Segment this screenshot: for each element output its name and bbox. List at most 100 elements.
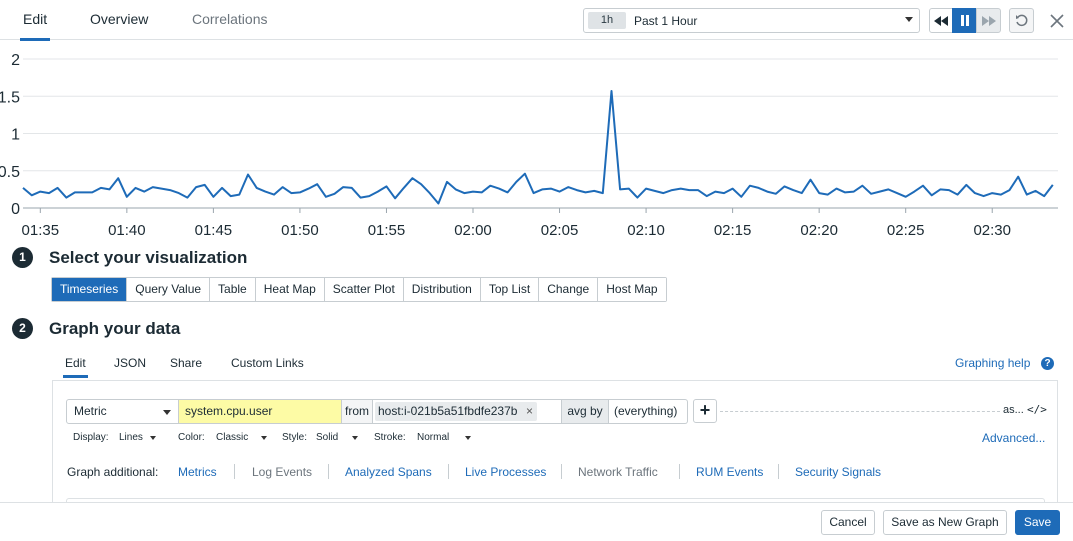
- cancel-button[interactable]: Cancel: [821, 510, 875, 535]
- y-tick-label: 0: [11, 201, 20, 218]
- save-as-new-graph-button[interactable]: Save as New Graph: [883, 510, 1007, 535]
- viz-option-top-list[interactable]: Top List: [480, 278, 540, 301]
- chevron-down-icon: [150, 436, 156, 440]
- style-select[interactable]: Solid: [316, 432, 338, 443]
- pause-icon: [960, 15, 969, 26]
- visualization-selector: Timeseries Query Value Table Heat Map Scatte…: [51, 277, 667, 302]
- separator: [561, 464, 562, 479]
- query-type-select[interactable]: Metric: [66, 399, 179, 424]
- x-tick-label: 02:25: [887, 222, 925, 239]
- separator: [679, 464, 680, 479]
- graph-additional-label: Graph additional:: [67, 465, 159, 479]
- style-label: Style:: [282, 432, 308, 443]
- pause-button[interactable]: [952, 8, 977, 33]
- series-line[interactable]: [22, 90, 1054, 205]
- remove-tag-icon[interactable]: ×: [526, 402, 533, 421]
- color-label: Color:: [178, 432, 205, 443]
- graph-additional-security-signals[interactable]: Security Signals: [795, 465, 881, 479]
- x-tick-label: 01:45: [195, 222, 233, 239]
- help-icon[interactable]: ?: [1041, 357, 1054, 370]
- avg-by-input[interactable]: (everything): [609, 399, 688, 424]
- time-range-picker[interactable]: 1h Past 1 Hour: [583, 8, 920, 33]
- y-tick-label: 2: [11, 52, 20, 69]
- code-icon[interactable]: </>: [1027, 403, 1047, 416]
- reset-icon: [1016, 14, 1028, 27]
- x-tick-label: 02:10: [627, 222, 665, 239]
- from-label: from: [341, 399, 373, 424]
- stroke-select[interactable]: Normal: [417, 432, 449, 443]
- tab-overview[interactable]: Overview: [90, 11, 148, 27]
- reset-button[interactable]: [1009, 8, 1034, 33]
- display-select[interactable]: Lines: [119, 432, 143, 443]
- chevron-down-icon: [163, 410, 171, 415]
- from-scope-input[interactable]: host:i-021b5a51fbdfe237b ×: [373, 399, 561, 424]
- graph-additional-live-processes[interactable]: Live Processes: [465, 465, 546, 479]
- function-divider: [720, 411, 1000, 412]
- query-type-value: Metric: [74, 404, 107, 418]
- x-tick-label: 02:20: [800, 222, 838, 239]
- step-2-title: Graph your data: [49, 319, 181, 338]
- y-tick-label: 1.5: [0, 89, 20, 106]
- viz-option-change[interactable]: Change: [539, 278, 599, 301]
- time-range-label: Past 1 Hour: [634, 14, 698, 28]
- separator: [778, 464, 779, 479]
- alias-link[interactable]: as...: [1003, 404, 1024, 416]
- host-tag: host:i-021b5a51fbdfe237b ×: [375, 402, 537, 421]
- graph-additional-network-traffic[interactable]: Network Traffic: [578, 465, 658, 479]
- tab-correlations[interactable]: Correlations: [192, 11, 267, 27]
- graphing-help-link[interactable]: Graphing help: [955, 356, 1030, 370]
- subtab-custom-links[interactable]: Custom Links: [231, 356, 304, 370]
- rewind-icon: [934, 15, 948, 26]
- step-1-title: Select your visualization: [49, 248, 248, 267]
- save-button[interactable]: Save: [1015, 510, 1060, 535]
- separator: [234, 464, 235, 479]
- x-tick-label: 01:55: [368, 222, 406, 239]
- fast-forward-icon: [981, 15, 996, 26]
- rewind-button[interactable]: [929, 8, 953, 33]
- graph-additional-log-events[interactable]: Log Events: [252, 465, 312, 479]
- metric-name-input[interactable]: system.cpu.user: [179, 399, 341, 424]
- x-tick-label: 02:00: [454, 222, 492, 239]
- subtab-json[interactable]: JSON: [114, 356, 146, 370]
- graph-additional-analyzed-spans[interactable]: Analyzed Spans: [345, 465, 432, 479]
- viz-option-host-map[interactable]: Host Map: [598, 278, 666, 301]
- step-number-1: 1: [12, 247, 33, 268]
- viz-option-query-value[interactable]: Query Value: [127, 278, 211, 301]
- viz-option-timeseries[interactable]: Timeseries: [52, 278, 128, 301]
- add-function-button[interactable]: +: [693, 399, 717, 423]
- y-tick-label: 0.5: [0, 164, 20, 181]
- x-tick-label: 01:35: [22, 222, 60, 239]
- subtab-edit[interactable]: Edit: [63, 356, 88, 378]
- viz-option-distribution[interactable]: Distribution: [403, 278, 481, 301]
- timeseries-chart-svg: 0 0.5 1 1.5 2 01:35 01:40 01:45 01:50 01:55 02:00 0…: [0, 52, 1058, 239]
- chevron-down-icon: [261, 436, 267, 440]
- display-label: Display:: [73, 432, 109, 443]
- chevron-down-icon: [905, 17, 913, 22]
- x-tick-label: 02:30: [973, 222, 1011, 239]
- advanced-link[interactable]: Advanced...: [982, 431, 1045, 445]
- fast-forward-button[interactable]: [976, 8, 1001, 33]
- x-tick-label: 02:15: [714, 222, 752, 239]
- color-select[interactable]: Classic: [216, 432, 248, 443]
- viz-option-scatter-plot[interactable]: Scatter Plot: [324, 278, 404, 301]
- time-range-badge: 1h: [588, 12, 626, 29]
- chevron-down-icon: [352, 436, 358, 440]
- x-tick-label: 01:40: [108, 222, 146, 239]
- stroke-label: Stroke:: [374, 432, 406, 443]
- tab-edit[interactable]: Edit: [19, 11, 51, 41]
- chevron-down-icon: [465, 436, 471, 440]
- avg-by-label: avg by: [561, 399, 609, 424]
- host-tag-label: host:i-021b5a51fbdfe237b: [378, 404, 518, 418]
- step-number-2: 2: [12, 318, 33, 339]
- x-tick-label: 02:05: [541, 222, 579, 239]
- graph-additional-rum-events[interactable]: RUM Events: [696, 465, 763, 479]
- subtab-share[interactable]: Share: [170, 356, 202, 370]
- y-tick-label: 1: [11, 127, 20, 144]
- viz-option-table[interactable]: Table: [210, 278, 256, 301]
- close-icon: [1050, 14, 1064, 28]
- graph-additional-metrics[interactable]: Metrics: [178, 465, 217, 479]
- viz-option-heat-map[interactable]: Heat Map: [255, 278, 325, 301]
- separator: [448, 464, 449, 479]
- close-button[interactable]: [1045, 9, 1069, 33]
- separator: [328, 464, 329, 479]
